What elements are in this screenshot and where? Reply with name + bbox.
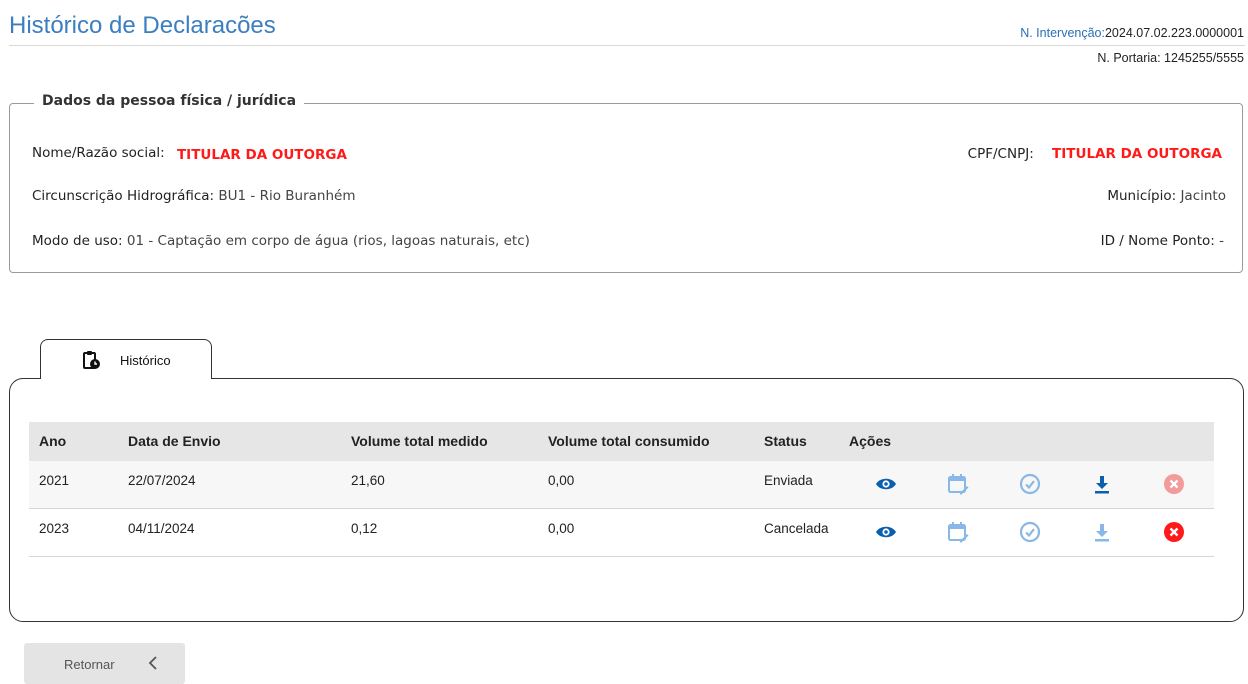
cell-volume-consumido: 0,00 — [548, 473, 575, 488]
modo-uso-row: Modo de uso: 01 - Captação em corpo de á… — [32, 233, 530, 249]
col-acoes: Ações — [849, 433, 892, 449]
intervencao-label: N. Intervenção: — [1020, 26, 1105, 40]
cell-volume-medido: 0,12 — [351, 521, 378, 536]
download-icon[interactable] — [1091, 521, 1113, 543]
clipboard-clock-icon — [81, 350, 101, 375]
circunscricao-row: Circunscrição Hidrográfica: BU1 - Rio Bu… — [32, 188, 355, 204]
municipio-row: Município: Jacinto — [1107, 188, 1226, 204]
cancel-circle-icon[interactable] — [1163, 521, 1185, 543]
cpf-label: CPF/CNPJ: — [967, 146, 1034, 162]
table-row: 2021 22/07/2024 21,60 0,00 Enviada — [29, 461, 1214, 509]
cell-data-envio: 04/11/2024 — [128, 521, 195, 536]
page-title: Histórico de Declaracões — [9, 12, 276, 39]
circunscricao-value: BU1 - Rio Buranhém — [218, 188, 356, 204]
col-ano: Ano — [39, 433, 67, 449]
col-volume-consumido: Volume total consumido — [548, 433, 710, 449]
cell-status: Enviada — [764, 473, 813, 488]
eye-icon[interactable] — [875, 521, 897, 543]
check-circle-icon[interactable] — [1019, 473, 1041, 495]
download-icon[interactable] — [1091, 473, 1113, 495]
nome-value: TITULAR DA OUTORGA — [176, 147, 347, 163]
ponto-row: ID / Nome Ponto: - — [1101, 233, 1224, 249]
chevron-left-icon — [147, 655, 159, 674]
calendar-edit-icon[interactable] — [947, 521, 969, 543]
return-button-label: Retornar — [64, 657, 115, 672]
cpf-value: TITULAR DA OUTORGA — [1052, 146, 1222, 162]
modo-uso-value: 01 - Captação em corpo de água (rios, la… — [126, 233, 530, 249]
portaria-number: N. Portaria: 1245255/5555 — [1097, 51, 1244, 65]
col-data-envio: Data de Envio — [128, 433, 221, 449]
return-button[interactable]: Retornar — [24, 643, 185, 684]
cell-volume-medido: 21,60 — [351, 473, 385, 488]
history-table: Ano Data de Envio Volume total medido Vo… — [29, 422, 1214, 557]
cpf-row: CPF/CNPJ: TITULAR DA OUTORGA — [968, 146, 1222, 162]
col-status: Status — [764, 433, 807, 449]
circunscricao-label: Circunscrição Hidrográfica: — [32, 188, 215, 204]
ponto-label: ID / Nome Ponto: — [1100, 233, 1215, 249]
table-header: Ano Data de Envio Volume total medido Vo… — [29, 422, 1214, 461]
cancel-circle-icon[interactable] — [1163, 473, 1185, 495]
table-row: 2023 04/11/2024 0,12 0,00 Cancelada — [29, 509, 1214, 557]
modo-uso-label: Modo de uso: — [32, 233, 123, 249]
tab-historico[interactable]: Histórico — [40, 339, 212, 379]
title-divider — [9, 45, 1245, 46]
cell-volume-consumido: 0,00 — [548, 521, 575, 536]
ponto-value: - — [1219, 233, 1224, 249]
person-data-legend: Dados da pessoa física / jurídica — [34, 93, 305, 109]
col-volume-medido: Volume total medido — [351, 433, 488, 449]
municipio-label: Município: — [1107, 188, 1177, 204]
nome-row: Nome/Razão social: TITULAR DA OUTORGA — [32, 145, 347, 163]
calendar-edit-icon[interactable] — [947, 473, 969, 495]
check-circle-icon[interactable] — [1019, 521, 1041, 543]
cell-ano: 2021 — [39, 473, 70, 488]
intervencao-number: N. Intervenção:2024.07.02.223.0000001 — [1020, 26, 1244, 40]
cell-status: Cancelada — [764, 521, 829, 536]
cell-ano: 2023 — [39, 521, 70, 536]
intervencao-value: 2024.07.02.223.0000001 — [1104, 26, 1244, 40]
eye-icon[interactable] — [875, 473, 897, 495]
nome-label: Nome/Razão social: — [32, 145, 165, 161]
person-data-fieldset: Dados da pessoa física / jurídica Nome/R… — [9, 93, 1243, 273]
tab-historico-label: Histórico — [120, 353, 171, 368]
cell-data-envio: 22/07/2024 — [128, 473, 196, 488]
municipio-value: Jacinto — [1180, 188, 1226, 204]
